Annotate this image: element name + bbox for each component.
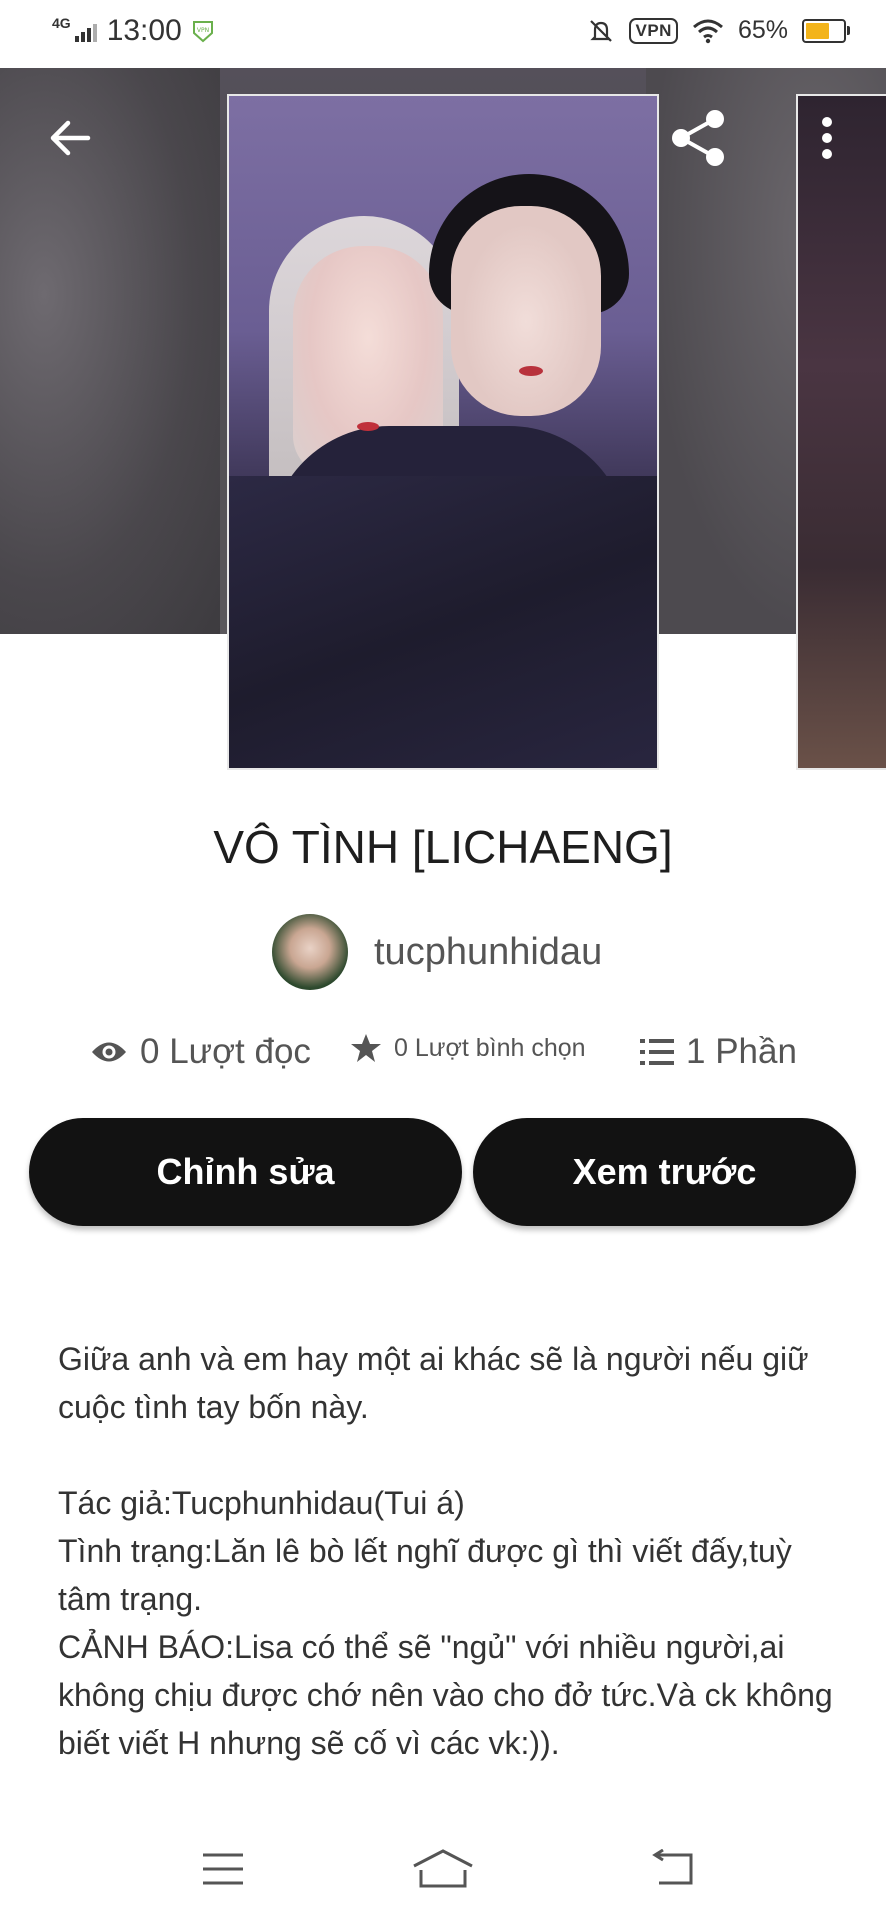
- signal-icon: [74, 20, 97, 42]
- author-link[interactable]: tucphunhidau: [272, 914, 602, 990]
- votes-count: 0 Lượt bình chọn: [394, 1033, 586, 1062]
- list-icon: [640, 1039, 674, 1065]
- description-synopsis: Giữa anh và em hay một ai khác sẽ là ngư…: [58, 1341, 809, 1425]
- network-type: 4G: [52, 15, 71, 31]
- description-status: Tình trạng:Lăn lê bò lết nghĩ được gì th…: [58, 1533, 792, 1617]
- back-nav-button[interactable]: [640, 1834, 710, 1904]
- edit-button[interactable]: Chỉnh sửa: [29, 1118, 462, 1226]
- battery-percent: 65%: [737, 16, 788, 44]
- vpn-shield-icon: VPN: [192, 21, 213, 43]
- status-left: 4G 13:00 VPN: [52, 14, 214, 48]
- story-title: VÔ TÌNH [LICHAENG]: [213, 821, 673, 873]
- vpn-icon: VPN: [629, 17, 678, 44]
- eye-icon: [92, 1042, 126, 1062]
- parts-count: 1 Phần: [686, 1032, 797, 1071]
- reads-stat: 0 Lượt đọc: [90, 1032, 311, 1072]
- description-warning: CẢNH BÁO:Lisa có thể sẽ "ngủ" với nhiều …: [58, 1629, 833, 1761]
- author-avatar[interactable]: [272, 914, 348, 990]
- back-nav-icon: [652, 1849, 693, 1885]
- battery-icon: [802, 18, 850, 43]
- star-icon: [351, 1034, 381, 1062]
- battery-fill: [806, 22, 830, 39]
- back-button[interactable]: [42, 110, 98, 166]
- next-story-cover[interactable]: [796, 94, 886, 770]
- parts-stat: 1 Phần: [640, 1032, 797, 1072]
- description-author: Tác giả:Tucphunhidau(Tui á): [58, 1485, 465, 1521]
- more-vertical-icon: [822, 117, 832, 159]
- wifi-icon: [692, 19, 723, 43]
- preview-button[interactable]: Xem trước: [473, 1118, 856, 1226]
- clock: 13:00: [106, 14, 182, 47]
- home-nav-button[interactable]: [408, 1834, 478, 1904]
- more-options-button[interactable]: [812, 108, 842, 168]
- svg-text:VPN: VPN: [197, 27, 209, 34]
- story-cover-image[interactable]: [227, 94, 659, 770]
- system-nav-bar: [0, 1820, 886, 1920]
- status-right: VPN 65%: [587, 16, 850, 45]
- reads-count: 0 Lượt đọc: [140, 1032, 311, 1071]
- status-bar: 4G 13:00 VPN VPN 65%: [0, 0, 886, 68]
- votes-stat: 0 Lượt bình chọn: [350, 1032, 586, 1064]
- arrow-left-icon: [50, 120, 91, 156]
- mute-icon: [590, 19, 613, 42]
- backdrop-blur-left: [0, 68, 220, 634]
- menu-nav-button[interactable]: [188, 1834, 258, 1904]
- share-button[interactable]: [664, 104, 732, 172]
- home-icon: [413, 1849, 473, 1888]
- share-icon: [672, 110, 724, 166]
- menu-icon: [203, 1853, 243, 1885]
- story-stats: 0 Lượt đọc 0 Lượt bình chọn 1 Phần: [0, 1032, 886, 1092]
- story-description: Giữa anh và em hay một ai khác sẽ là ngư…: [58, 1335, 848, 1767]
- author-name[interactable]: tucphunhidau: [374, 931, 602, 974]
